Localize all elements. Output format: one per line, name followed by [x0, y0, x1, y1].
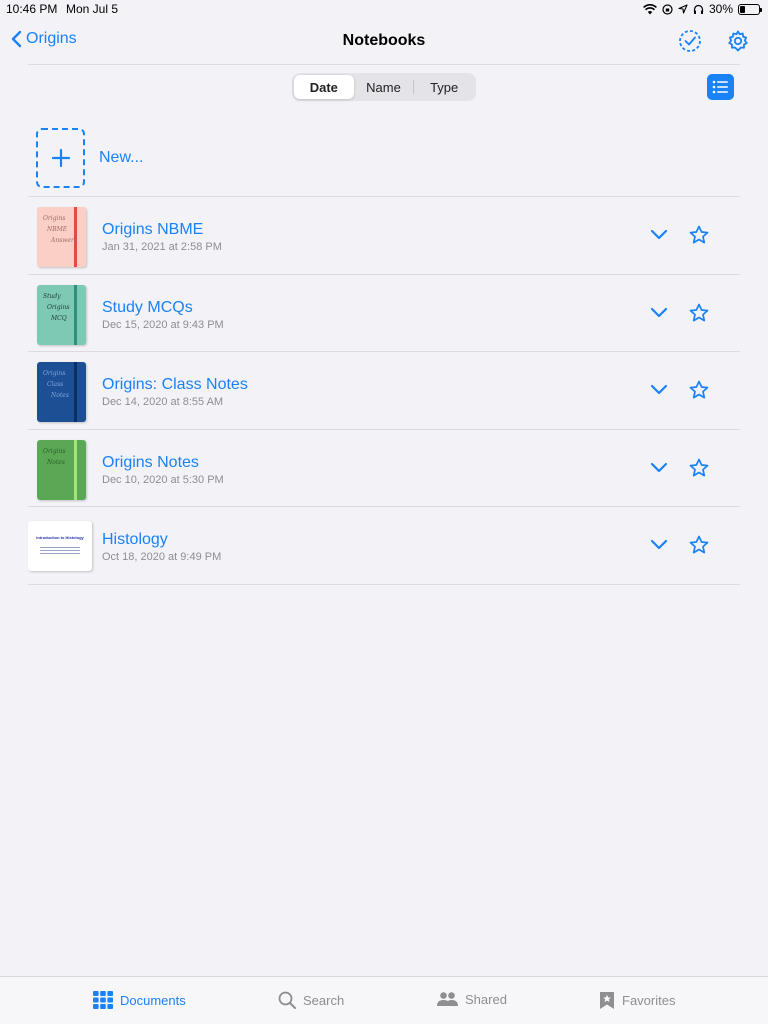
notebook-date: Oct 18, 2020 at 9:49 PM: [102, 551, 222, 563]
tab-search[interactable]: Search: [278, 991, 344, 1009]
notebook-cover-thumbnail: Introduction to Histology: [28, 521, 92, 571]
tab-bar: Documents Search Shared Favorites: [0, 976, 768, 1024]
cover-handwriting: NBME: [47, 226, 68, 233]
notebook-title: Origins NBME: [102, 221, 204, 238]
new-notebook-label: New...: [99, 149, 144, 166]
chevron-down-icon[interactable]: [650, 462, 668, 474]
sort-date-segment[interactable]: Date: [294, 75, 354, 99]
notebook-date: Jan 31, 2021 at 2:58 PM: [102, 241, 222, 253]
notebook-row[interactable]: Origins Class Notes Origins: Class Notes Dec…: [28, 352, 740, 430]
star-icon[interactable]: [689, 225, 709, 245]
chevron-down-icon[interactable]: [650, 307, 668, 319]
battery-icon: [738, 3, 762, 15]
notebook-title: Study MCQs: [102, 298, 193, 316]
notebook-cover-thumbnail: Origins Class Notes: [37, 362, 86, 422]
notebook-cover-thumbnail: Origins Notes: [37, 439, 86, 500]
notebook-title: Origins Notes: [102, 453, 199, 471]
cover-handwriting: Notes: [47, 458, 65, 466]
document-preview-line: [40, 547, 80, 548]
cover-handwriting: Origins: [47, 303, 70, 311]
cover-handwriting: Study: [43, 292, 61, 300]
notebook-date: Dec 10, 2020 at 5:30 PM: [102, 473, 224, 486]
battery-level: [740, 5, 746, 13]
cover-handwriting: MCQ: [51, 314, 67, 322]
location-icon: [678, 4, 688, 14]
cover-handwriting: Answers: [51, 237, 77, 244]
notebook-title: Histology: [102, 531, 168, 548]
status-indicators: 30%: [643, 2, 762, 16]
status-bar: 10:46 PM Mon Jul 5 30%: [0, 0, 768, 18]
cover-handwriting: Notes: [51, 392, 69, 399]
cover-handwriting: Origins: [43, 447, 66, 455]
notebook-title: Origins: Class Notes: [102, 376, 248, 393]
cover-handwriting: Class: [47, 381, 64, 388]
cover-handwriting: Origins: [43, 370, 66, 377]
battery-percent: 30%: [708, 2, 733, 16]
plus-icon: [51, 149, 70, 167]
tab-shared-label: Shared: [465, 991, 507, 1007]
tab-documents-label: Documents: [120, 992, 186, 1008]
notebook-cover-thumbnail: Study Origins MCQ: [37, 284, 86, 345]
tab-search-label: Search: [303, 992, 345, 1008]
notebook-list: Origins NBME Answers Origins NBME Jan 31, 20…: [28, 196, 740, 585]
notebook-row[interactable]: Study Origins MCQ Study MCQs Dec 15, 2020 at…: [28, 275, 740, 352]
cover-handwriting: Origins: [43, 215, 66, 222]
star-icon[interactable]: [689, 535, 709, 555]
notebook-row[interactable]: Introduction to Histology Histology Oct 18…: [28, 507, 740, 585]
notebook-elastic-band: [74, 284, 77, 345]
tab-favorites[interactable]: Favorites: [599, 991, 675, 1010]
document-preview-line: [40, 553, 80, 554]
notebook-row[interactable]: Origins NBME Answers Origins NBME Jan 31, 20…: [28, 197, 740, 275]
star-icon[interactable]: [689, 303, 709, 323]
list-view-button[interactable]: [707, 74, 734, 100]
wifi-icon: [643, 3, 657, 14]
navigation-bar: Origins Notebooks: [0, 22, 768, 62]
chevron-down-icon[interactable]: [650, 229, 668, 241]
sort-segmented-control: Date Name Type: [292, 73, 476, 101]
headphones-icon: [693, 4, 704, 14]
grid-icon: [93, 991, 113, 1009]
status-date: Mon Jul 5: [66, 2, 119, 16]
nav-divider: [28, 64, 740, 65]
notebook-date: Dec 14, 2020 at 8:55 AM: [102, 396, 224, 408]
tab-documents[interactable]: Documents: [93, 991, 186, 1009]
orientation-lock-icon: [662, 3, 673, 15]
star-icon[interactable]: [689, 380, 709, 400]
bookmark-star-icon: [600, 992, 614, 1009]
star-icon[interactable]: [689, 458, 709, 478]
chevron-down-icon[interactable]: [650, 539, 668, 551]
notebook-date: Dec 15, 2020 at 9:43 PM: [102, 318, 224, 331]
gear-icon[interactable]: [725, 28, 751, 54]
document-preview-line: [40, 550, 80, 551]
document-preview-title: Introduction to Histology: [36, 535, 84, 540]
page-title: Notebooks: [342, 32, 426, 49]
status-time: 10:46 PM: [6, 2, 58, 16]
notebook-cover-thumbnail: Origins NBME Answers: [37, 207, 86, 267]
notebook-row[interactable]: Origins Notes Origins Notes Dec 10, 2020 at…: [28, 430, 740, 507]
chevron-down-icon[interactable]: [650, 384, 668, 396]
tab-shared[interactable]: Shared: [437, 991, 507, 1007]
new-notebook-tile: [36, 128, 85, 188]
search-icon: [278, 991, 296, 1009]
notebook-elastic-band: [74, 439, 77, 500]
select-check-icon[interactable]: [677, 28, 703, 54]
new-notebook-button[interactable]: New...: [36, 128, 143, 188]
list-icon: [712, 80, 728, 94]
sort-name-segment[interactable]: Name: [354, 75, 414, 99]
tab-favorites-label: Favorites: [622, 993, 676, 1008]
sort-type-segment[interactable]: Type: [414, 75, 474, 99]
notebook-elastic-band: [74, 362, 77, 422]
people-icon: [437, 992, 458, 1006]
